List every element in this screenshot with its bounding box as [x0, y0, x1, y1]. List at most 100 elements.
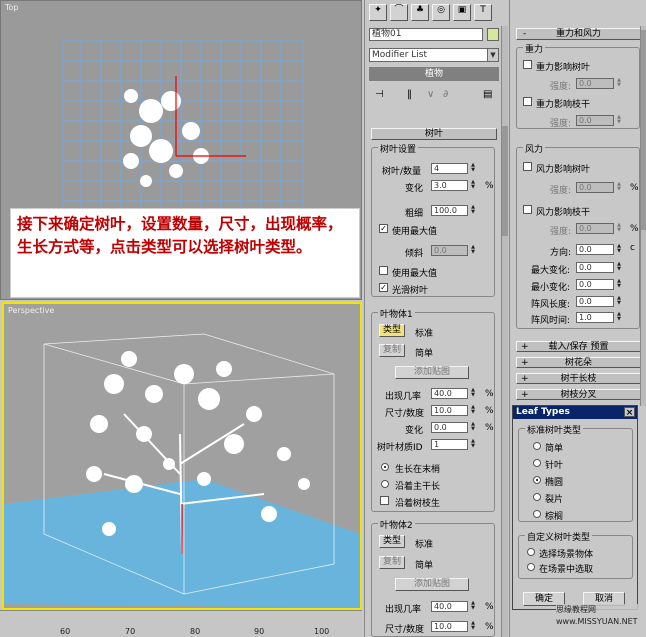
gravity-leaf-checkbox[interactable] — [523, 60, 532, 69]
perspective-viewport[interactable]: Perspective — [2, 302, 362, 610]
display-icon[interactable]: ▣ — [453, 4, 471, 21]
probability-spinner-icon-2[interactable]: ▲ ▼ — [469, 601, 477, 612]
leaf-type-button-2[interactable]: 类型 — [379, 535, 405, 548]
use-min-checkbox[interactable] — [379, 266, 388, 275]
gravity-strength-field[interactable]: 0.0 — [576, 78, 614, 89]
rollout-load-save[interactable]: + 载入/保存 预置 — [516, 341, 641, 352]
leaf-copy-button[interactable]: 复制 — [379, 344, 405, 357]
max-change-field[interactable]: 0.0 — [576, 262, 614, 273]
rollout-trunk[interactable]: + 树干长枝 — [516, 373, 641, 384]
object-name-field[interactable]: 植物01 — [369, 28, 483, 41]
command-panel-scrollbar[interactable] — [501, 26, 508, 637]
grow-trunk-radio[interactable] — [381, 480, 389, 488]
angle-field[interactable]: 0.0 — [431, 245, 468, 256]
add-map-button[interactable]: 添加贴图 — [395, 366, 469, 379]
right-panel-scrollbar[interactable] — [640, 26, 646, 406]
spread-field[interactable]: 3.0 — [431, 180, 468, 191]
create-icon[interactable]: ✦ — [369, 4, 387, 21]
size-field-2[interactable]: 10.0 — [431, 621, 468, 632]
material-id-spinner-icon[interactable]: ▲ ▼ — [469, 439, 477, 450]
probability-spinner-icon[interactable]: ▲ ▼ — [469, 388, 477, 399]
configure-sets-icon[interactable]: ▤ — [483, 89, 492, 100]
leaf-types-title-bar[interactable]: Leaf Types × — [513, 406, 637, 419]
leaf-type-radio[interactable] — [533, 493, 541, 501]
min-change-spinner-icon[interactable]: ▲ ▼ — [615, 279, 623, 290]
gravity-strength2-label: 强度: — [550, 119, 572, 129]
size-spinner-icon[interactable]: ▲ ▼ — [469, 405, 477, 416]
wind-strength-label: 强度: — [550, 186, 572, 196]
object-color-swatch[interactable] — [487, 28, 499, 41]
grow-end-radio[interactable] — [381, 463, 389, 471]
gust-length-field[interactable]: 0.0 — [576, 296, 614, 307]
gravity-strength2-spinner-icon[interactable]: ▲ ▼ — [615, 115, 623, 126]
custom-leaf-radio[interactable] — [527, 548, 535, 556]
size-field[interactable]: 10.0 — [431, 405, 468, 416]
close-icon[interactable]: × — [624, 407, 635, 418]
leaf-type-radio[interactable] — [533, 476, 541, 484]
chevron-down-icon: ▼ — [487, 49, 498, 61]
min-change-field[interactable]: 0.0 — [576, 279, 614, 290]
show-end-result-icon[interactable]: ‖ — [407, 89, 412, 100]
scrollbar-thumb[interactable] — [641, 30, 646, 230]
use-max-checkbox[interactable]: ✓ — [379, 224, 388, 233]
max-change-spinner-icon[interactable]: ▲ ▼ — [615, 262, 623, 273]
leaf-count-field[interactable]: 4 — [431, 163, 468, 174]
gravity-strength-spinner-icon[interactable]: ▲ ▼ — [615, 78, 623, 89]
modifier-stack-item[interactable]: 植物 — [369, 67, 499, 81]
leaf-type-button[interactable]: 类型 — [379, 324, 405, 337]
collapse-icon: - — [523, 29, 527, 39]
spread-spinner-icon[interactable]: ▲ ▼ — [469, 180, 477, 191]
ruler-tick: 90 — [254, 627, 265, 636]
wind-strength2-spinner-icon[interactable]: ▲ ▼ — [615, 223, 623, 234]
add-map-button-2[interactable]: 添加贴图 — [395, 578, 469, 591]
gust-length-spinner-icon[interactable]: ▲ ▼ — [615, 296, 623, 307]
leaf-type-radio[interactable] — [533, 459, 541, 467]
motion-icon[interactable]: ◎ — [432, 4, 450, 21]
wind-leaf-checkbox[interactable] — [523, 162, 532, 171]
leaf-count-spinner-icon[interactable]: ▲ ▼ — [469, 163, 477, 174]
make-unique-icon[interactable]: ∨ — [427, 89, 434, 100]
gravity-rollout-header[interactable]: - 重力和风力 — [516, 28, 641, 40]
leaves-rollout-header[interactable]: 树叶 — [371, 128, 497, 140]
material-id-field[interactable]: 1 — [431, 439, 468, 450]
leaf-type-radio[interactable] — [533, 442, 541, 450]
wind-strength-field[interactable]: 0.0 — [576, 182, 614, 193]
watermark: 思缘教程网 www.MISSYUAN.NET — [556, 604, 644, 628]
stack-tools: ⊣ ‖ ∨ ∂ ▤ — [369, 88, 499, 104]
custom-leaf-radio[interactable] — [527, 563, 535, 571]
utilities-icon[interactable]: T — [474, 4, 492, 21]
gravity-branch-checkbox[interactable] — [523, 97, 532, 106]
pin-stack-icon[interactable]: ⊣ — [375, 89, 384, 100]
rollout-flowers[interactable]: + 树花朵 — [516, 357, 641, 368]
wind-strength-spinner-icon[interactable]: ▲ ▼ — [615, 182, 623, 193]
grow-branch-checkbox[interactable] — [380, 496, 389, 505]
grow-trunk-label: 沿着主干长 — [395, 482, 441, 492]
thickness-field[interactable]: 100.0 — [431, 205, 468, 216]
variation-field[interactable]: 0.0 — [431, 422, 468, 433]
leaf-copy-button-2[interactable]: 复制 — [379, 556, 405, 569]
gravity-strength2-field[interactable]: 0.0 — [576, 115, 614, 126]
variation-spinner-icon[interactable]: ▲ ▼ — [469, 422, 477, 433]
rollout-branch[interactable]: + 树枝分叉 — [516, 389, 641, 400]
leaf-types-dialog: Leaf Types × 标准树叶类型 简单 针叶 椭圆 裂片 棕榈 自定义树叶… — [512, 405, 638, 610]
modifier-list-dropdown[interactable]: Modifier List ▼ — [369, 48, 499, 62]
wind-branch-checkbox[interactable] — [523, 205, 532, 214]
hierarchy-icon[interactable]: ♣ — [411, 4, 429, 21]
scrollbar-thumb[interactable] — [502, 126, 508, 236]
leaf-type-radio[interactable] — [533, 510, 541, 518]
thickness-spinner-icon[interactable]: ▲ ▼ — [469, 205, 477, 216]
direction-label: 方向: — [550, 248, 572, 258]
wind-strength2-field[interactable]: 0.0 — [576, 223, 614, 234]
direction-field[interactable]: 0.0 — [576, 244, 614, 255]
gust-time-spinner-icon[interactable]: ▲ ▼ — [615, 312, 623, 323]
direction-spinner-icon[interactable]: ▲ ▼ — [615, 244, 623, 255]
probability-field[interactable]: 40.0 — [431, 388, 468, 399]
angle-spinner-icon[interactable]: ▲ ▼ — [469, 245, 477, 256]
probability-field-2[interactable]: 40.0 — [431, 601, 468, 612]
timeline-ruler[interactable]: 60 70 80 90 100 — [0, 610, 362, 637]
size-spinner-icon-2[interactable]: ▲ ▼ — [469, 621, 477, 632]
smooth-leaves-checkbox[interactable]: ✓ — [379, 283, 388, 292]
gust-time-field[interactable]: 1.0 — [576, 312, 614, 323]
remove-modifier-icon[interactable]: ∂ — [443, 89, 448, 100]
modify-icon[interactable]: ⌒ — [390, 4, 408, 21]
